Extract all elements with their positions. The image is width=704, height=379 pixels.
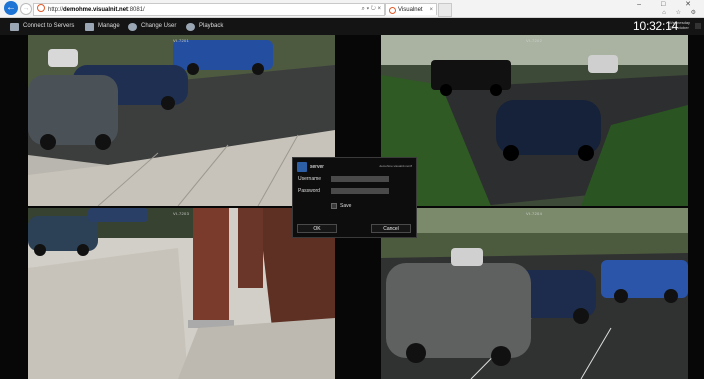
window-controls[interactable]: – □ ✕ <box>637 0 700 8</box>
back-button[interactable]: ← <box>4 1 18 15</box>
tab-title: Visualnet <box>398 7 423 13</box>
dialog-server-url: demohme.visualnit.net:8 <box>379 164 412 168</box>
password-input[interactable] <box>331 188 389 194</box>
menu-label: Change User <box>141 23 177 29</box>
camera-title-2: VI-7202 <box>526 38 543 43</box>
clock-date: Wednesday 05 October <box>669 20 690 30</box>
camera-feed-2 <box>381 35 688 206</box>
tools-icon <box>85 22 94 31</box>
address-controls[interactable]: ⌕ ▾ ↻ × <box>362 4 381 15</box>
camera-feed-3 <box>28 208 335 379</box>
browser-tools-icons[interactable]: ⌂ ☆ ⚙ <box>662 9 700 16</box>
browser-tab[interactable]: Visualnet × <box>385 3 437 15</box>
camera-feed-1 <box>28 35 335 206</box>
password-label: Password <box>298 188 320 194</box>
back-arrow-icon: ← <box>6 2 16 13</box>
save-checkbox[interactable] <box>331 203 337 209</box>
menu-label: Manage <box>98 23 120 29</box>
cancel-button[interactable]: Cancel <box>371 224 411 233</box>
url-suffix: :8081/ <box>128 7 145 13</box>
change-user-button[interactable]: Change User <box>128 18 176 35</box>
ok-button[interactable]: OK <box>297 224 337 233</box>
username-label: Username <box>298 176 322 182</box>
menu-label: Playback <box>199 23 224 29</box>
forward-button[interactable]: → <box>20 3 32 15</box>
username-input[interactable] <box>331 176 389 182</box>
connect-to-servers-button[interactable]: Connect to Servers <box>10 18 74 35</box>
tab-favicon-icon <box>389 7 396 14</box>
address-bar[interactable]: http://demohme.visualnit.net:8081/ ⌕ ▾ ↻… <box>33 3 385 16</box>
dialog-title: server <box>310 164 324 170</box>
camera-pane-4[interactable]: VI-7204 <box>381 208 688 379</box>
new-tab-button[interactable] <box>438 3 452 17</box>
user-icon <box>128 22 137 31</box>
camera-title-4: VI-7204 <box>526 211 543 216</box>
camera-feed-4 <box>381 208 688 379</box>
camera-pane-1[interactable]: VI-7201 <box>28 35 335 206</box>
browser-toolbar: ← → http://demohme.visualnit.net:8081/ ⌕… <box>0 0 704 18</box>
app-toolbar: Connect to Servers Manage Change User Pl… <box>0 18 704 35</box>
forward-arrow-icon: → <box>22 5 30 12</box>
app-menu-handle[interactable] <box>695 23 701 29</box>
save-label: Save <box>340 203 352 209</box>
site-favicon-icon <box>37 4 45 12</box>
login-dialog: server demohme.visualnit.net:8 Username … <box>292 157 417 238</box>
manage-button[interactable]: Manage <box>85 18 120 35</box>
camera-pane-2[interactable]: VI-7202 <box>381 35 688 206</box>
menu-label: Connect to Servers <box>23 23 75 29</box>
url-host: demohme.visualnit.net <box>63 7 129 13</box>
camera-title-1: VI-7201 <box>173 38 190 43</box>
camera-title-3: VI-7203 <box>173 211 190 216</box>
camera-pane-3[interactable]: VI-7203 <box>28 208 335 379</box>
clock-date-text: 05 October <box>669 25 689 30</box>
url-prefix: http:// <box>48 7 64 13</box>
monitor-icon <box>10 22 19 31</box>
playback-button[interactable]: Playback <box>186 18 223 35</box>
tab-close-icon[interactable]: × <box>429 4 433 16</box>
playback-icon <box>186 22 195 31</box>
server-icon <box>297 162 307 172</box>
